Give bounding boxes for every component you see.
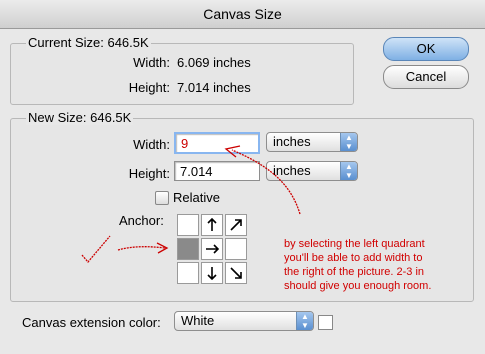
anchor-grid [177, 214, 249, 286]
height-input[interactable]: 7.014 [174, 161, 260, 181]
relative-label: Relative [173, 190, 220, 205]
cancel-button[interactable]: Cancel [383, 65, 469, 89]
width-unit-select[interactable]: inches ▲ ▼ [266, 132, 358, 152]
annotation-line: by selecting the left quadrant [284, 238, 425, 250]
arrow-down-icon [207, 267, 217, 281]
height-unit-select[interactable]: inches ▲ ▼ [266, 161, 358, 181]
extension-color-select[interactable]: White ▲ ▼ [174, 311, 314, 331]
anchor-left[interactable] [177, 238, 199, 260]
current-width-label: Width: [133, 55, 170, 70]
arrow-down-right-icon [230, 267, 242, 279]
width-input[interactable]: 9 [174, 132, 260, 154]
anchor-bottom-left[interactable] [177, 262, 199, 284]
current-size-group [10, 43, 354, 105]
annotation-line: you'll be able to add width to [284, 252, 423, 264]
relative-checkbox[interactable] [155, 191, 169, 205]
arrow-up-right-icon [230, 219, 242, 231]
anchor-top[interactable] [201, 214, 223, 236]
extension-color-arrow-icon: ▲ ▼ [296, 312, 313, 330]
anchor-center[interactable] [201, 238, 223, 260]
anchor-bottom-right[interactable] [225, 262, 247, 284]
window-title: Canvas Size [0, 0, 485, 29]
new-size-title: New Size: 646.5K [26, 110, 134, 125]
annotation-note: by selecting the left quadrant you'll be… [284, 237, 431, 293]
anchor-bottom[interactable] [201, 262, 223, 284]
width-unit-value: inches [273, 134, 311, 149]
extension-color-value: White [181, 313, 215, 328]
extension-color-label: Canvas extension color: [22, 315, 161, 330]
height-unit-arrow-icon: ▲ ▼ [340, 162, 357, 180]
arrow-right-icon [206, 244, 220, 254]
extension-color-swatch[interactable] [318, 315, 333, 330]
anchor-label: Anchor: [119, 213, 164, 228]
annotation-line: should give you enough room. [284, 280, 432, 292]
current-size-title: Current Size: 646.5K [26, 35, 151, 50]
height-label: Height: [128, 166, 170, 181]
current-width-value: 6.069 inches [177, 55, 251, 70]
arrow-up-icon [207, 217, 217, 231]
anchor-top-left[interactable] [177, 214, 199, 236]
height-unit-value: inches [273, 163, 311, 178]
anchor-right[interactable] [225, 238, 247, 260]
width-label: Width: [133, 137, 170, 152]
annotation-line: the right of the picture. 2-3 in [284, 266, 425, 278]
ok-button[interactable]: OK [383, 37, 469, 61]
current-height-value: 7.014 inches [177, 80, 251, 95]
width-unit-arrow-icon: ▲ ▼ [340, 133, 357, 151]
anchor-top-right[interactable] [225, 214, 247, 236]
current-height-label: Height: [128, 80, 170, 95]
